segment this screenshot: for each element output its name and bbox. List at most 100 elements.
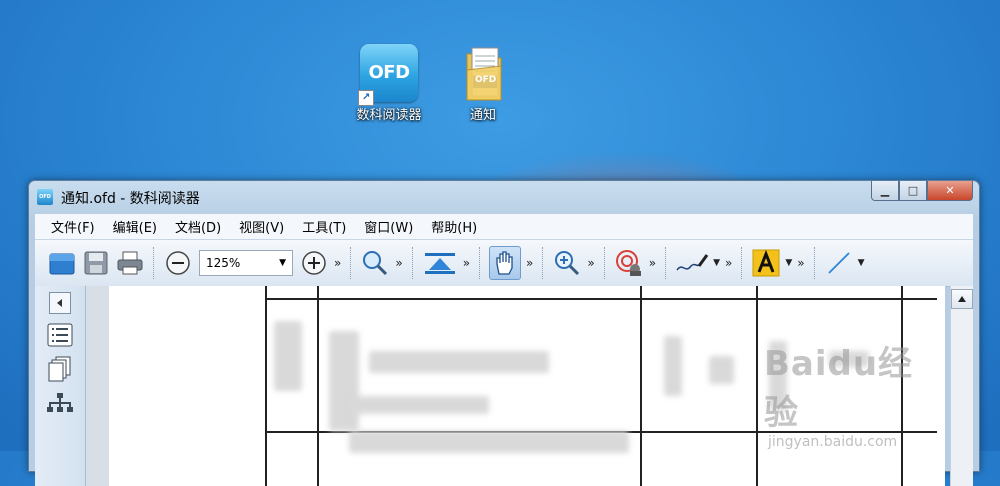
redacted-text [329, 331, 359, 431]
triangle-left-icon [57, 299, 62, 307]
text-a-icon [752, 249, 780, 277]
hand-icon [496, 251, 513, 275]
document-page[interactable]: Baidu经验 jingyan.baidu.com [109, 286, 945, 486]
table-line [265, 286, 267, 486]
toolbar-separator [813, 247, 816, 279]
vertical-scrollbar[interactable] [950, 286, 973, 486]
more-magnify-tools-icon[interactable]: » [587, 256, 594, 270]
line-draw-icon [827, 252, 850, 274]
hierarchy-icon [47, 393, 73, 412]
watermark-url: jingyan.baidu.com [768, 434, 898, 450]
structure-button[interactable] [46, 390, 74, 416]
menu-help[interactable]: 帮助(H) [423, 217, 485, 236]
thumbnails-button[interactable] [46, 356, 74, 382]
table-line [265, 298, 937, 300]
signature-dropdown-icon[interactable]: ▼ [713, 258, 720, 268]
desktop-icon-notice-file[interactable]: OFD 通知 [438, 44, 528, 123]
more-page-tools-icon[interactable]: » [463, 256, 470, 270]
toolbar-separator [153, 247, 155, 279]
title-bar[interactable]: OFD 通知.ofd - 数科阅读器 ▁ □ ✕ [29, 181, 979, 213]
toolbar-separator [411, 247, 414, 279]
zoom-level-select[interactable]: 125% ▼ [199, 250, 293, 276]
toolbar: 125% ▼ » » » » » » ▼ » ▼ » ▼ [35, 239, 973, 287]
watermark-title: Baidu经验 [764, 344, 914, 433]
plus-circle-icon [302, 251, 326, 275]
collapse-panel-button[interactable] [49, 292, 71, 314]
minus-circle-icon [166, 251, 190, 275]
window-title: 通知.ofd - 数科阅读器 [61, 191, 200, 207]
ofd-reader-app-icon: OFD ↗ [358, 44, 418, 106]
minimize-button[interactable]: ▁ [871, 181, 899, 201]
menu-document[interactable]: 文档(D) [167, 217, 229, 236]
close-icon: ✕ [945, 184, 955, 197]
menu-tools[interactable]: 工具(T) [294, 217, 354, 236]
menu-view[interactable]: 视图(V) [231, 217, 292, 236]
toolbar-separator [603, 247, 606, 279]
scroll-up-button[interactable] [951, 289, 973, 309]
menu-edit[interactable]: 编辑(E) [105, 217, 165, 236]
save-icon [84, 251, 108, 275]
menu-file[interactable]: 文件(F) [43, 217, 103, 236]
redacted-text [709, 356, 734, 384]
zoom-out-button[interactable] [163, 247, 193, 279]
shortcut-arrow-icon: ↗ [358, 90, 374, 106]
fit-page-button[interactable] [422, 247, 458, 279]
hand-tool-button[interactable] [489, 246, 522, 280]
baidu-watermark: Baidu经验 jingyan.baidu.com [764, 336, 945, 450]
outline-button[interactable] [46, 322, 74, 348]
maximize-icon: □ [907, 184, 919, 197]
redacted-text [349, 431, 629, 453]
table-line [317, 286, 319, 486]
redacted-text [369, 351, 549, 373]
more-text-tools-icon[interactable]: » [797, 256, 804, 270]
text-tool-dropdown-icon[interactable]: ▼ [785, 258, 792, 268]
fit-page-icon [424, 253, 455, 274]
open-button[interactable] [47, 247, 77, 279]
maximize-button[interactable]: □ [899, 181, 927, 201]
desktop-icon-label: 通知 [469, 108, 496, 123]
desktop-icon-label: 数科阅读器 [356, 108, 422, 123]
search-button[interactable] [360, 247, 390, 279]
redacted-text [349, 396, 489, 414]
save-button[interactable] [81, 247, 111, 279]
pages-icon [48, 356, 71, 382]
printer-icon [117, 251, 143, 275]
print-button[interactable] [115, 247, 145, 279]
reader-window: OFD 通知.ofd - 数科阅读器 ▁ □ ✕ 文件(F) 编辑(E) 文档(… [28, 180, 980, 486]
ofd-document-icon: OFD [461, 44, 505, 102]
list-icon [47, 323, 73, 347]
page-gutter [86, 286, 109, 486]
line-tool-button[interactable] [824, 247, 854, 279]
more-stamp-tools-icon[interactable]: » [649, 256, 656, 270]
dropdown-arrow-icon: ▼ [279, 258, 286, 268]
line-tool-dropdown-icon[interactable]: ▼ [858, 258, 865, 268]
app-title-icon: OFD [37, 189, 53, 205]
triangle-up-icon [958, 296, 966, 302]
signature-button[interactable] [675, 247, 709, 279]
navigation-panel [35, 286, 86, 486]
more-search-tools-icon[interactable]: » [395, 256, 402, 270]
more-signature-tools-icon[interactable]: » [725, 256, 732, 270]
more-zoom-tools-icon[interactable]: » [334, 256, 341, 270]
zoom-magnifier-icon [555, 251, 580, 276]
toolbar-separator [542, 247, 544, 279]
text-tool-button[interactable] [751, 247, 781, 279]
redacted-text [274, 321, 302, 391]
seal-stamp-icon [615, 250, 641, 276]
stamp-button[interactable] [614, 247, 644, 279]
desktop-icon-ofd-reader[interactable]: OFD ↗ 数科阅读器 [344, 44, 434, 123]
ofd-badge: OFD [475, 75, 497, 85]
magnify-button[interactable] [552, 247, 582, 279]
zoom-in-button[interactable] [299, 247, 329, 279]
magnifier-icon [363, 251, 388, 276]
toolbar-separator [665, 247, 667, 279]
more-select-tools-icon[interactable]: » [526, 256, 533, 270]
redacted-text [664, 336, 682, 396]
table-line [756, 286, 758, 486]
toolbar-separator [350, 247, 352, 279]
close-button[interactable]: ✕ [927, 181, 973, 201]
table-line [640, 286, 642, 486]
open-folder-icon [49, 253, 75, 275]
minimize-icon: ▁ [880, 184, 890, 197]
menu-window[interactable]: 窗口(W) [356, 217, 421, 236]
